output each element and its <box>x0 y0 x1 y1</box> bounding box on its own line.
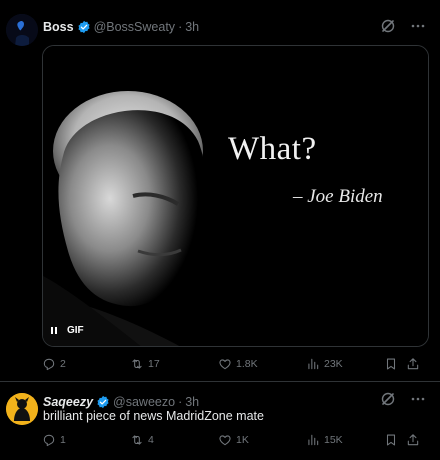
author-handle[interactable]: @BossSweaty <box>94 20 175 34</box>
reply-button[interactable]: 2 <box>42 357 130 371</box>
timestamp[interactable]: 3h <box>185 395 199 409</box>
separator-dot: · <box>178 20 183 34</box>
avatar[interactable] <box>6 393 38 425</box>
retweet-icon <box>132 435 142 445</box>
grok-icon[interactable] <box>380 391 396 407</box>
views-button[interactable]: 15K <box>306 433 384 447</box>
reply-count: 2 <box>60 358 66 370</box>
tweet-text: brilliant piece of news MadridZone mate <box>43 409 264 423</box>
like-icon <box>219 435 231 446</box>
verified-badge-icon <box>78 20 90 34</box>
author-handle[interactable]: @saweezo <box>113 395 175 409</box>
gif-label: GIF <box>67 325 84 336</box>
share-button[interactable] <box>406 357 420 371</box>
avatar-image <box>6 14 38 46</box>
retweet-icon <box>132 359 142 369</box>
author-name[interactable]: Boss <box>43 20 74 34</box>
like-count: 1.8K <box>236 358 258 370</box>
tweet-actions: 2 17 1.8K 23K <box>42 357 428 371</box>
pause-icon[interactable] <box>51 327 57 334</box>
share-button[interactable] <box>406 433 420 447</box>
share-icon <box>407 434 419 446</box>
avatar[interactable] <box>6 14 38 46</box>
bookmark-icon <box>386 358 396 370</box>
views-icon <box>308 358 319 370</box>
views-count: 23K <box>324 358 343 370</box>
share-icon <box>407 358 419 370</box>
tweet[interactable]: Saqeezy @saweezo · 3h brilliant piece of… <box>0 383 440 460</box>
more-icon[interactable] <box>410 391 426 407</box>
reply-icon <box>43 434 55 447</box>
views-icon <box>308 434 319 446</box>
tweet-header: Saqeezy @saweezo · 3h <box>43 395 199 409</box>
grok-icon[interactable] <box>380 18 396 34</box>
reply-button[interactable]: 1 <box>42 433 130 447</box>
reply-count: 1 <box>60 434 66 446</box>
header-actions <box>380 391 426 407</box>
retweet-button[interactable]: 4 <box>130 433 218 447</box>
gif-badge[interactable]: GIF <box>51 325 84 336</box>
more-icon[interactable] <box>410 18 426 34</box>
author-name[interactable]: Saqeezy <box>43 395 93 409</box>
bookmark-button[interactable] <box>384 433 406 447</box>
like-button[interactable]: 1.8K <box>218 357 306 371</box>
tweet-header: Boss @BossSweaty · 3h <box>43 20 199 34</box>
reply-icon <box>43 358 55 371</box>
separator-dot: · <box>178 395 183 409</box>
retweet-button[interactable]: 17 <box>130 357 218 371</box>
like-icon <box>219 359 231 370</box>
like-count: 1K <box>236 434 249 446</box>
retweet-count: 17 <box>148 358 160 370</box>
gif-caption-attribution: – Joe Biden <box>293 186 383 207</box>
avatar-image <box>6 393 38 425</box>
verified-badge-icon <box>97 395 109 409</box>
views-count: 15K <box>324 434 343 446</box>
tweet[interactable]: Boss @BossSweaty · 3h What? – Joe Biden … <box>0 0 440 382</box>
views-button[interactable]: 23K <box>306 357 384 371</box>
gif-caption-quote: What? <box>228 131 317 167</box>
retweet-count: 4 <box>148 434 154 446</box>
timestamp[interactable]: 3h <box>185 20 199 34</box>
header-actions <box>380 18 426 34</box>
tweet-actions: 1 4 1K 15K <box>42 433 428 447</box>
bookmark-button[interactable] <box>384 357 406 371</box>
gif-media[interactable]: What? – Joe Biden GIF <box>42 45 429 347</box>
like-button[interactable]: 1K <box>218 433 306 447</box>
bookmark-icon <box>386 434 396 446</box>
